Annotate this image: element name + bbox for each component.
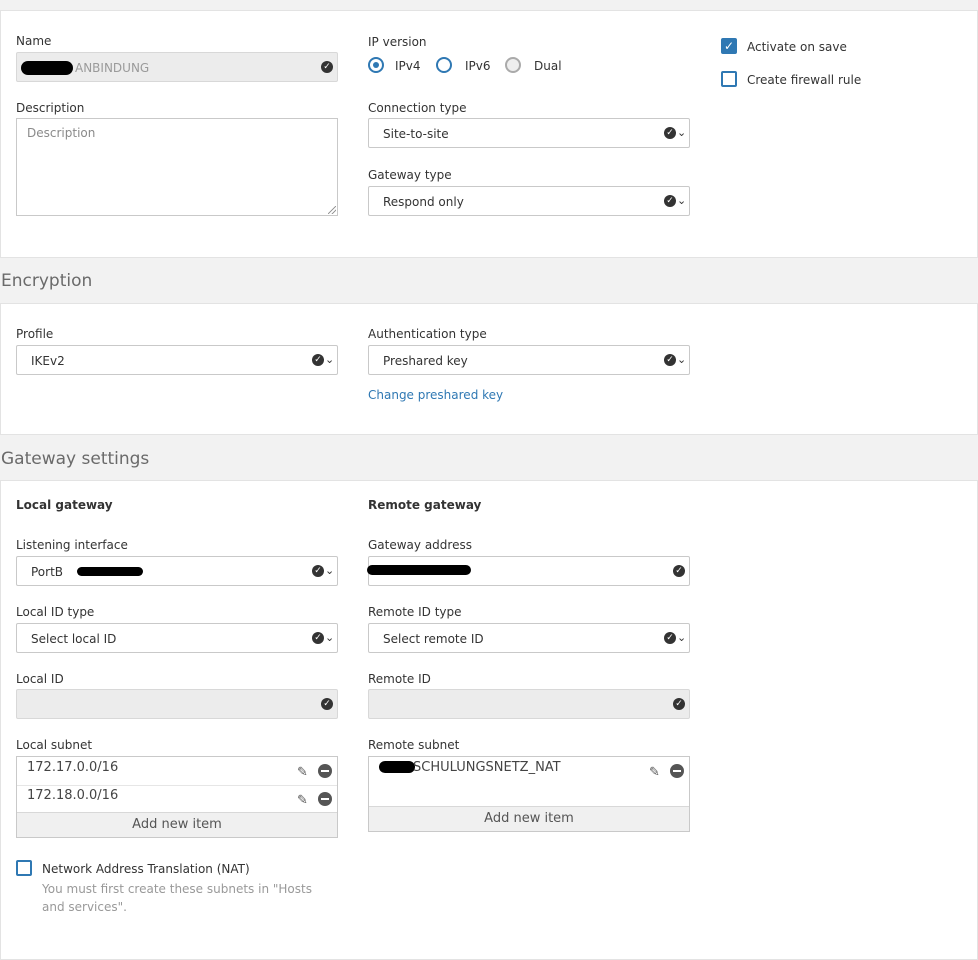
local-id-type-label: Local ID type <box>16 605 95 619</box>
create-firewall-rule-label: Create firewall rule <box>747 73 862 87</box>
chevron-down-icon: ⌄ <box>325 564 335 577</box>
gateway-type-label: Gateway type <box>368 168 452 182</box>
edit-icon[interactable]: ✎ <box>297 765 308 780</box>
subnet-value: 172.17.0.0/16 <box>27 760 119 775</box>
valid-check-icon: ✓ <box>664 195 676 207</box>
local-id-type-select[interactable]: Select local ID ✓ ⌄ <box>16 623 338 653</box>
valid-check-icon: ✓ <box>312 565 324 577</box>
dual-label: Dual <box>534 59 562 73</box>
chevron-down-icon: ⌄ <box>677 631 687 644</box>
remote-id-type-label: Remote ID type <box>368 605 462 619</box>
list-item: 172.17.0.0/16 ✎ <box>17 757 337 786</box>
connection-type-label: Connection type <box>368 101 467 115</box>
ipv4-radio[interactable] <box>368 57 384 73</box>
profile-select[interactable]: IKEv2 ✓ ⌄ <box>16 345 338 375</box>
subnet-value: 172.18.0.0/16 <box>27 788 119 803</box>
description-label: Description <box>16 101 85 115</box>
list-item: 172.18.0.0/16 ✎ <box>17 785 337 814</box>
remote-subnet-label: Remote subnet <box>368 738 460 752</box>
add-new-item-button[interactable]: Add new item <box>369 806 689 831</box>
remove-icon[interactable] <box>670 764 684 778</box>
edit-icon[interactable]: ✎ <box>297 793 308 808</box>
name-field[interactable]: ANBINDUNG ✓ <box>16 52 338 82</box>
remote-id-type-select[interactable]: Select remote ID ✓ ⌄ <box>368 623 690 653</box>
local-subnet-list: 172.17.0.0/16 ✎ 172.18.0.0/16 ✎ Add new … <box>16 756 338 838</box>
nat-hint: You must first create these subnets in "… <box>42 882 312 914</box>
ipv4-label: IPv4 <box>395 59 421 73</box>
local-subnet-label: Local subnet <box>16 738 93 752</box>
name-label: Name <box>16 34 52 48</box>
resize-handle-icon[interactable] <box>328 206 336 214</box>
valid-check-icon: ✓ <box>673 565 685 577</box>
auth-type-select[interactable]: Preshared key ✓ ⌄ <box>368 345 690 375</box>
change-preshared-key-link[interactable]: Change preshared key <box>368 388 503 402</box>
nat-checkbox[interactable] <box>16 860 32 876</box>
description-textarea[interactable]: Description <box>16 118 338 216</box>
gateway-address-input[interactable]: ✓ <box>367 556 690 586</box>
listening-interface-label: Listening interface <box>16 538 128 552</box>
chevron-down-icon: ⌄ <box>677 126 687 139</box>
dual-radio[interactable] <box>505 57 521 73</box>
chevron-down-icon: ⌄ <box>677 353 687 366</box>
valid-check-icon: ✓ <box>321 61 333 73</box>
chevron-down-icon: ⌄ <box>677 194 687 207</box>
local-id-label: Local ID <box>16 672 64 686</box>
valid-check-icon: ✓ <box>664 632 676 644</box>
profile-value: IKEv2 <box>31 354 65 368</box>
activate-on-save-checkbox[interactable]: ✓ <box>721 38 737 54</box>
add-new-item-button[interactable]: Add new item <box>17 812 337 837</box>
description-placeholder: Description <box>27 126 96 140</box>
remove-icon[interactable] <box>318 764 332 778</box>
listening-interface-value: PortB <box>31 565 64 579</box>
connection-type-select[interactable]: Site-to-site ✓ ⌄ <box>368 118 690 148</box>
auth-type-value: Preshared key <box>383 354 468 368</box>
create-firewall-rule-checkbox[interactable] <box>721 71 737 87</box>
valid-check-icon: ✓ <box>321 698 333 710</box>
chevron-down-icon: ⌄ <box>325 631 335 644</box>
valid-check-icon: ✓ <box>312 632 324 644</box>
ipv6-label: IPv6 <box>465 59 491 73</box>
ipv6-radio[interactable] <box>436 57 452 73</box>
profile-label: Profile <box>16 327 54 341</box>
remote-id-type-value: Select remote ID <box>383 632 484 646</box>
subnet-value: SCHULUNGSNETZ_NAT <box>413 760 561 775</box>
remote-id-input[interactable]: ✓ <box>368 689 690 719</box>
remove-icon[interactable] <box>318 792 332 806</box>
remote-id-label: Remote ID <box>368 672 431 686</box>
valid-check-icon: ✓ <box>664 127 676 139</box>
gateway-type-select[interactable]: Respond only ✓ ⌄ <box>368 186 690 216</box>
gateway-section-title: Gateway settings <box>1 449 150 469</box>
encryption-section-title: Encryption <box>1 271 93 291</box>
redaction <box>367 565 471 575</box>
valid-check-icon: ✓ <box>312 354 324 366</box>
gateway-type-value: Respond only <box>383 195 464 209</box>
valid-check-icon: ✓ <box>664 354 676 366</box>
local-id-input[interactable]: ✓ <box>16 689 338 719</box>
name-value: ANBINDUNG <box>75 61 150 75</box>
redaction <box>379 761 415 773</box>
list-item: SCHULUNGSNETZ_NAT ✎ <box>369 757 689 785</box>
chevron-down-icon: ⌄ <box>325 353 335 366</box>
listening-interface-select[interactable]: PortB ✓ ⌄ <box>16 556 338 586</box>
gateway-address-label: Gateway address <box>368 538 472 552</box>
connection-type-value: Site-to-site <box>383 127 449 141</box>
nat-label: Network Address Translation (NAT) <box>42 862 250 876</box>
ip-version-label: IP version <box>368 35 427 49</box>
edit-icon[interactable]: ✎ <box>649 765 660 780</box>
activate-on-save-label: Activate on save <box>747 40 847 54</box>
local-gateway-heading: Local gateway <box>16 498 113 512</box>
local-id-type-value: Select local ID <box>31 632 117 646</box>
redaction <box>77 567 143 576</box>
remote-subnet-list: SCHULUNGSNETZ_NAT ✎ Add new item <box>368 756 690 832</box>
remote-gateway-heading: Remote gateway <box>368 498 482 512</box>
auth-type-label: Authentication type <box>368 327 487 341</box>
redaction <box>21 61 73 75</box>
valid-check-icon: ✓ <box>673 698 685 710</box>
